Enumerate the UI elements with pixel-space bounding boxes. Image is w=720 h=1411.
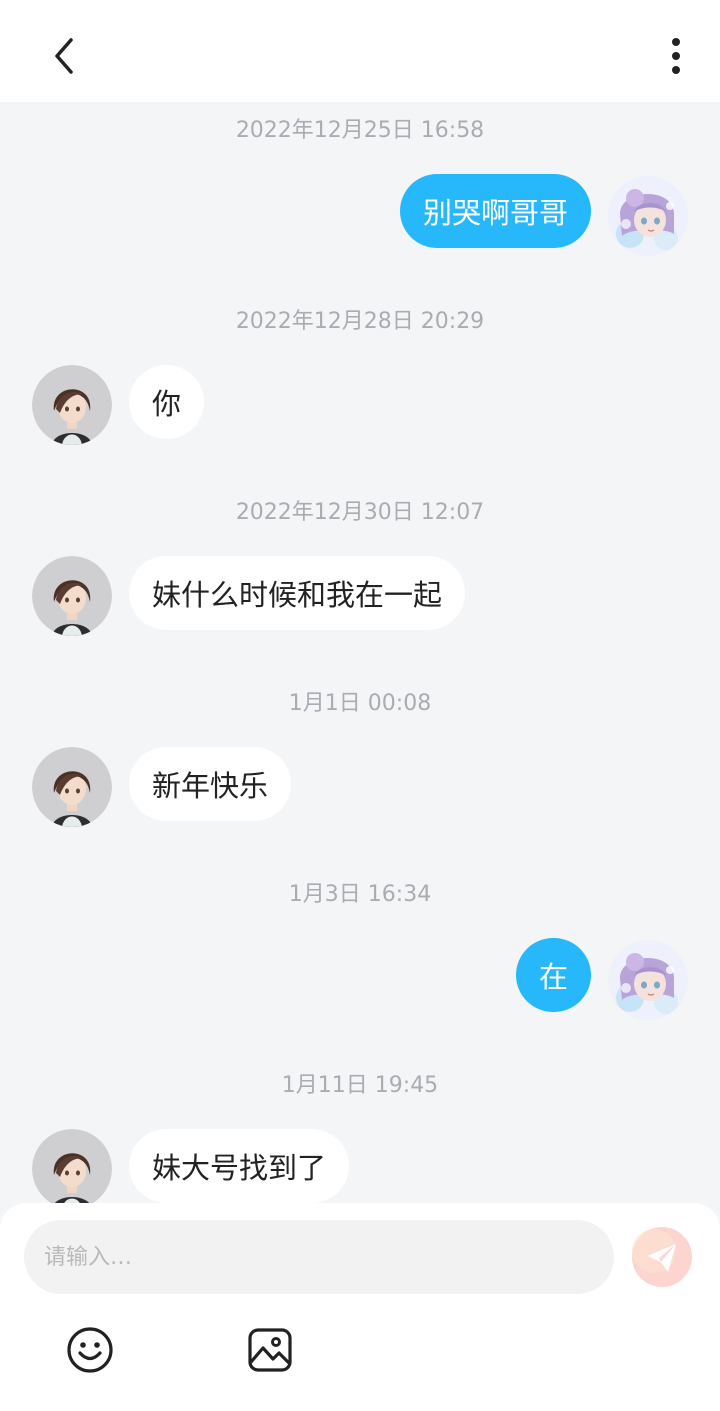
contact-avatar[interactable] (32, 1129, 112, 1204)
contact-avatar[interactable] (32, 747, 112, 827)
message-timestamp: 1月11日 19:45 (281, 1073, 439, 1098)
incoming-message-bubble[interactable]: 你 (129, 365, 205, 439)
paper-plane-icon (632, 1227, 692, 1287)
top-bar (0, 0, 720, 102)
message-composer (0, 1203, 720, 1411)
my-avatar[interactable] (608, 940, 688, 1020)
message-input[interactable] (24, 1220, 614, 1294)
vertical-dots-icon (672, 38, 680, 74)
message-timestamp: 1月3日 16:34 (288, 882, 432, 907)
contact-avatar[interactable] (32, 365, 112, 445)
chat-messages[interactable]: 2022年12月25日 16:58 别哭啊哥哥 2022年12月28日 20:2… (0, 102, 720, 1204)
image-icon (248, 1328, 292, 1372)
outgoing-message-bubble[interactable]: 别哭啊哥哥 (399, 174, 591, 248)
send-button[interactable] (632, 1227, 692, 1287)
message-timestamp: 2022年12月28日 20:29 (235, 309, 485, 334)
contact-avatar[interactable] (32, 556, 112, 636)
my-avatar[interactable] (608, 176, 688, 256)
incoming-message-bubble[interactable]: 新年快乐 (129, 747, 292, 821)
message-timestamp: 2022年12月30日 12:07 (235, 500, 485, 525)
emoji-smile-icon (67, 1327, 113, 1373)
back-button[interactable] (38, 30, 90, 82)
more-options-button[interactable] (652, 30, 700, 82)
outgoing-message-bubble[interactable]: 在 (515, 938, 591, 1012)
message-timestamp: 2022年12月25日 16:58 (235, 118, 485, 143)
message-timestamp: 1月1日 00:08 (288, 691, 432, 716)
emoji-button[interactable] (65, 1325, 115, 1375)
image-button[interactable] (245, 1325, 295, 1375)
chevron-left-icon (55, 38, 73, 74)
incoming-message-bubble[interactable]: 妹什么时候和我在一起 (129, 556, 466, 630)
incoming-message-bubble[interactable]: 妹大号找到了 (129, 1129, 350, 1203)
